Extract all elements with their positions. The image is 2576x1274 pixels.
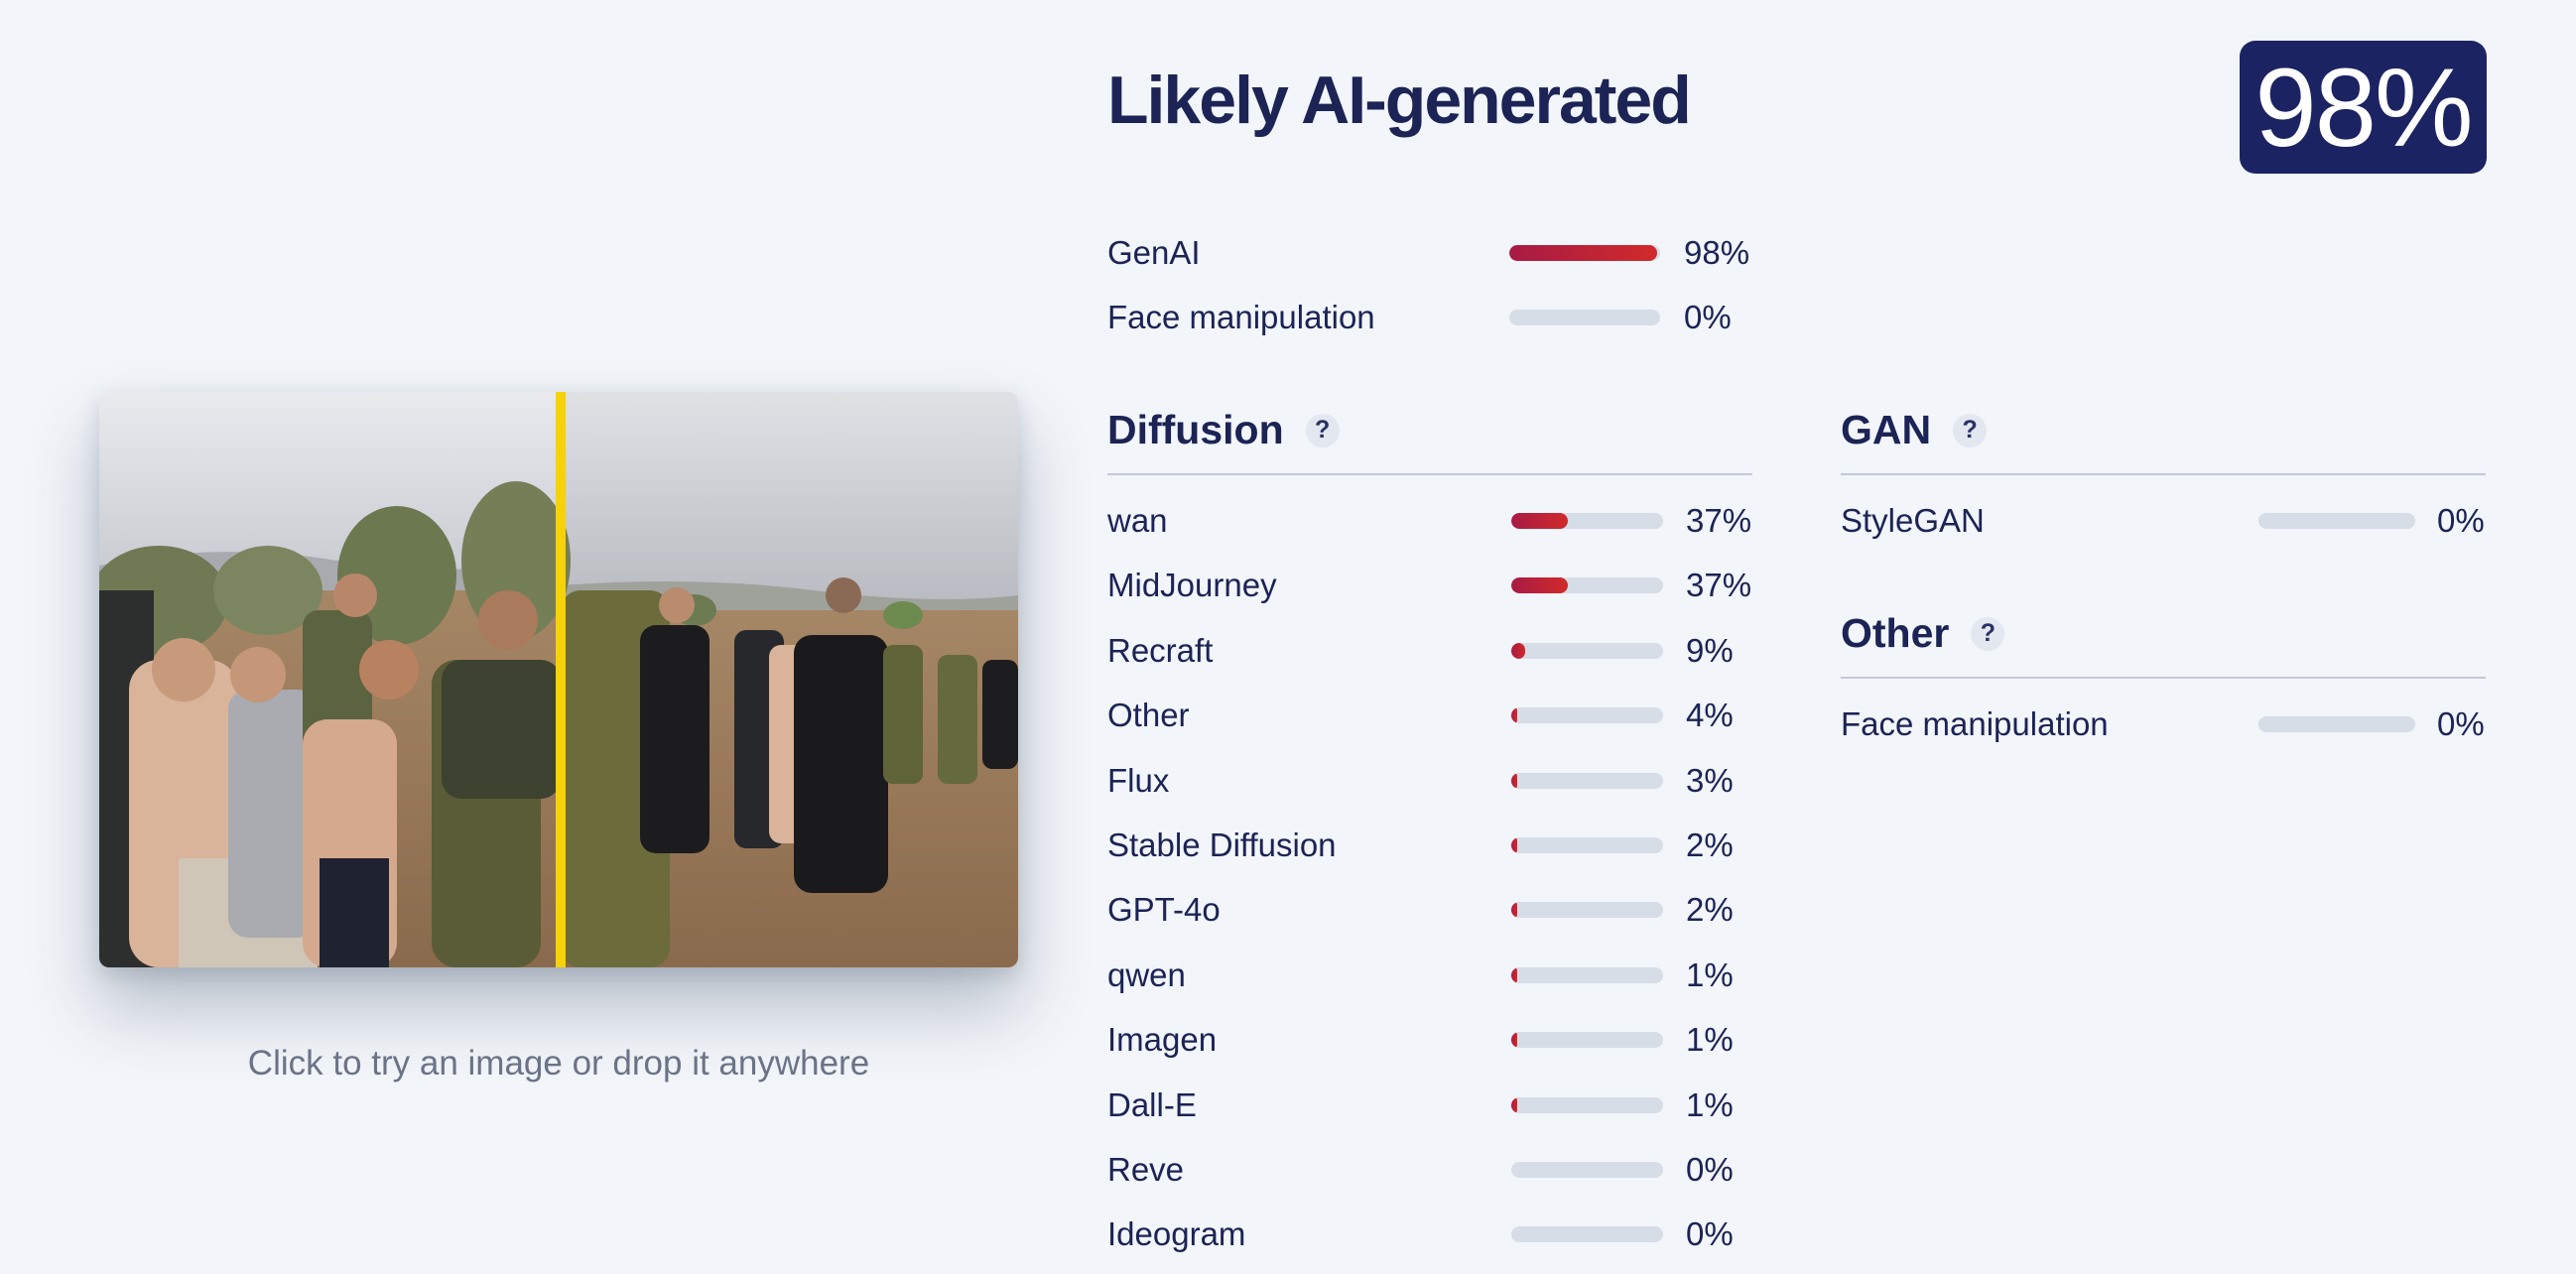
score-label: GenAI bbox=[1107, 234, 1201, 271]
score-row: qwen 1% bbox=[1107, 956, 1762, 995]
score-bar-fill bbox=[1511, 772, 1517, 789]
diffusion-help-icon[interactable]: ? bbox=[1305, 413, 1340, 447]
score-bar-fill bbox=[1511, 642, 1525, 659]
analyzed-image[interactable] bbox=[99, 392, 1018, 967]
score-percent: 98% bbox=[1684, 234, 1750, 271]
score-row: Face manipulation 0% bbox=[1107, 298, 1762, 337]
score-badge: 98% bbox=[2240, 41, 2487, 174]
score-row: Other 4% bbox=[1107, 696, 1762, 735]
score-bar bbox=[2258, 513, 2415, 529]
score-percent: 2% bbox=[1686, 891, 1734, 929]
score-label: Face manipulation bbox=[1107, 299, 1375, 335]
score-percent: 0% bbox=[1684, 299, 1732, 335]
score-label: Ideogram bbox=[1107, 1215, 1246, 1253]
score-bar bbox=[1511, 642, 1663, 659]
diffusion-divider bbox=[1107, 473, 1752, 475]
score-row: StyleGAN 0% bbox=[1841, 501, 2496, 541]
score-percent: 0% bbox=[2437, 705, 2485, 742]
score-label: Recraft bbox=[1107, 631, 1214, 669]
gan-help-icon[interactable]: ? bbox=[1953, 413, 1988, 447]
score-percent: 1% bbox=[1686, 1085, 1734, 1123]
other-section-title: Other ? bbox=[1841, 610, 2005, 657]
score-bar-fill bbox=[1511, 966, 1517, 983]
score-percent: 37% bbox=[1686, 502, 1752, 539]
score-bar-fill bbox=[1511, 707, 1518, 724]
score-bar-fill bbox=[1511, 513, 1568, 529]
score-bar bbox=[1511, 1162, 1663, 1178]
score-row: Dall-E 1% bbox=[1107, 1085, 1762, 1125]
score-bar-fill bbox=[1511, 577, 1568, 594]
score-label: GPT-4o bbox=[1107, 891, 1221, 929]
score-label: Other bbox=[1107, 697, 1190, 734]
score-percent: 0% bbox=[2437, 502, 2485, 539]
score-bar bbox=[1511, 1226, 1663, 1243]
score-bar bbox=[1511, 837, 1663, 853]
score-bar bbox=[1511, 513, 1663, 529]
score-percent: 2% bbox=[1686, 827, 1734, 863]
score-label: wan bbox=[1107, 502, 1168, 539]
verdict-title: Likely AI-generated bbox=[1107, 63, 1692, 138]
score-bar-fill bbox=[1511, 1032, 1517, 1049]
score-label: StyleGAN bbox=[1841, 502, 1985, 539]
score-bar-fill bbox=[1509, 245, 1657, 261]
score-bar bbox=[1511, 1096, 1663, 1113]
score-percent: 0% bbox=[1686, 1151, 1734, 1188]
score-bar bbox=[1511, 577, 1663, 594]
score-label: Face manipulation bbox=[1841, 705, 2109, 742]
score-row: MidJourney 37% bbox=[1107, 566, 1762, 605]
score-bar bbox=[1511, 902, 1663, 919]
score-row: Flux 3% bbox=[1107, 761, 1762, 801]
score-row: Ideogram 0% bbox=[1107, 1214, 1762, 1254]
analyzed-photo bbox=[99, 392, 1018, 967]
diffusion-section-title: Diffusion ? bbox=[1107, 407, 1340, 453]
score-bar-fill bbox=[1511, 1096, 1517, 1113]
score-percent: 37% bbox=[1686, 567, 1752, 604]
score-row: GenAI 98% bbox=[1107, 233, 1762, 273]
score-bar bbox=[1509, 245, 1660, 261]
score-bar bbox=[1511, 966, 1663, 983]
comparison-slider-handle[interactable] bbox=[556, 392, 566, 967]
diffusion-title: Diffusion bbox=[1107, 407, 1284, 452]
score-percent: 3% bbox=[1686, 761, 1734, 799]
score-row: GPT-4o 2% bbox=[1107, 890, 1762, 930]
score-label: Stable Diffusion bbox=[1107, 827, 1337, 863]
score-label: qwen bbox=[1107, 956, 1186, 993]
score-label: Reve bbox=[1107, 1151, 1185, 1188]
other-help-icon[interactable]: ? bbox=[1971, 616, 2005, 651]
score-label: Dall-E bbox=[1107, 1085, 1197, 1123]
score-bar-fill bbox=[1511, 837, 1517, 853]
score-row: Imagen 1% bbox=[1107, 1020, 1762, 1060]
score-bar bbox=[1509, 310, 1660, 325]
score-bar-fill bbox=[1511, 902, 1517, 919]
score-percent: 9% bbox=[1686, 631, 1734, 669]
score-row: Recraft 9% bbox=[1107, 631, 1762, 671]
score-bar bbox=[2258, 716, 2415, 732]
gan-section-title: GAN ? bbox=[1841, 407, 1988, 453]
gan-title: GAN bbox=[1841, 407, 1932, 452]
score-row: Face manipulation 0% bbox=[1841, 704, 2496, 744]
score-label: Imagen bbox=[1107, 1021, 1218, 1059]
score-row: Reve 0% bbox=[1107, 1150, 1762, 1190]
score-bar bbox=[1511, 772, 1663, 789]
score-row: wan 37% bbox=[1107, 501, 1762, 541]
score-row: Stable Diffusion 2% bbox=[1107, 826, 1762, 865]
score-label: Flux bbox=[1107, 761, 1170, 799]
score-bar bbox=[1511, 707, 1663, 724]
other-title: Other bbox=[1841, 610, 1950, 656]
upload-hint: Click to try an image or drop it anywher… bbox=[247, 1044, 870, 1083]
score-percent: 1% bbox=[1686, 1021, 1734, 1059]
score-label: MidJourney bbox=[1107, 567, 1277, 604]
score-percent: 4% bbox=[1686, 697, 1734, 734]
score-percent: 0% bbox=[1686, 1215, 1734, 1253]
score-bar bbox=[1511, 1032, 1663, 1049]
score-percent: 1% bbox=[1686, 956, 1734, 993]
gan-divider bbox=[1841, 473, 2486, 475]
other-divider bbox=[1841, 677, 2486, 679]
